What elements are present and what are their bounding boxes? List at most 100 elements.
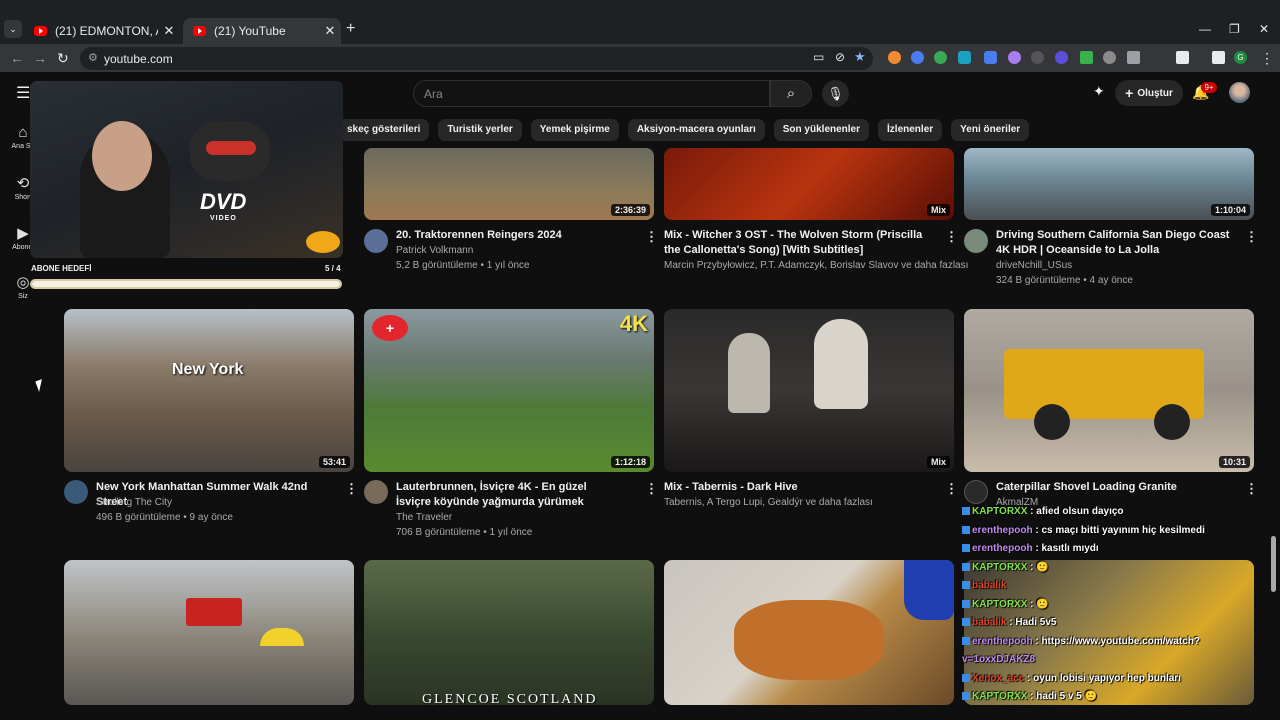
chip[interactable]: Yemek pişirme bbox=[530, 119, 619, 141]
extension-icon[interactable] bbox=[984, 51, 997, 64]
reload-icon[interactable]: ↻ bbox=[57, 50, 69, 67]
address-bar[interactable]: ⚙ youtube.com ▭ ⊘ ★ bbox=[80, 47, 873, 70]
restore-icon[interactable]: ❐ bbox=[1229, 22, 1240, 36]
category-chips: skeç gösterileri Turistik yerler Yemek p… bbox=[338, 119, 1030, 141]
channel-avatar[interactable] bbox=[964, 229, 988, 253]
video-title[interactable]: Caterpillar Shovel Loading Granite bbox=[996, 480, 1236, 495]
account-avatar[interactable] bbox=[1229, 82, 1250, 103]
more-options-icon[interactable]: ⋮ bbox=[945, 229, 958, 245]
video-title[interactable]: Mix - Witcher 3 OST - The Wolven Storm (… bbox=[664, 228, 934, 258]
extension-icon[interactable] bbox=[1127, 51, 1140, 64]
dvd-logo-sub: VIDEO bbox=[210, 215, 237, 222]
video-thumbnail[interactable]: + 4K 1:12:18 bbox=[364, 309, 654, 472]
more-options-icon[interactable]: ⋮ bbox=[1245, 229, 1258, 245]
channel-name[interactable]: Strolling The City bbox=[96, 497, 172, 508]
video-thumbnail[interactable]: GLENCOE SCOTLAND bbox=[364, 560, 654, 705]
chat-message: babalik bbox=[962, 580, 1006, 591]
profile-icon[interactable]: G bbox=[1234, 51, 1247, 64]
browser-menu-icon[interactable]: ⋮ bbox=[1260, 50, 1274, 67]
tab-close-icon[interactable]: ✕ bbox=[158, 23, 180, 39]
hooded-figure-image bbox=[814, 319, 868, 409]
extension-icon[interactable] bbox=[888, 51, 901, 64]
youtube-favicon-icon bbox=[193, 26, 206, 36]
chip[interactable]: Yeni öneriler bbox=[951, 119, 1030, 141]
window-close-icon[interactable]: ✕ bbox=[1259, 22, 1269, 36]
page-scrollbar[interactable] bbox=[1271, 536, 1276, 592]
tab-close-icon[interactable]: ✕ bbox=[319, 23, 341, 39]
channel-avatar[interactable] bbox=[964, 480, 988, 504]
subscriber-goal-count: 5 / 4 bbox=[325, 264, 341, 273]
search-button[interactable]: ⌕ bbox=[770, 80, 812, 107]
cast-icon[interactable]: ▭ bbox=[813, 50, 824, 64]
channel-name[interactable]: Tabernis, A Tergo Lupi, Gealdýr ve daha … bbox=[664, 497, 873, 508]
tab-search-button[interactable]: ⌄ bbox=[4, 20, 22, 38]
more-options-icon[interactable]: ⋮ bbox=[645, 229, 658, 245]
extension-icon[interactable] bbox=[958, 51, 971, 64]
more-options-icon[interactable]: ⋮ bbox=[645, 481, 658, 497]
chip[interactable]: Son yüklenenler bbox=[773, 119, 870, 141]
eye-off-icon[interactable]: ⊘ bbox=[835, 50, 845, 64]
search-input[interactable] bbox=[424, 86, 754, 102]
browser-tab-edmonton[interactable]: (21) EDMONTON, Alberta Eyalet ✕ bbox=[24, 18, 180, 44]
search-box[interactable] bbox=[413, 80, 770, 107]
search-icon: ⌕ bbox=[786, 85, 796, 102]
more-options-icon[interactable]: ⋮ bbox=[1245, 481, 1258, 497]
extension-icon[interactable] bbox=[1103, 51, 1116, 64]
channel-name[interactable]: Marcin Przybyłowicz, P.T. Adamczyk, Bori… bbox=[664, 260, 968, 271]
chat-badge-icon bbox=[962, 525, 970, 534]
video-title[interactable]: Lauterbrunnen, İsviçre 4K - En güzel İsv… bbox=[396, 480, 616, 510]
back-icon[interactable]: ← bbox=[10, 50, 24, 66]
extension-icon[interactable] bbox=[934, 51, 947, 64]
site-info-icon[interactable]: ⚙ bbox=[88, 51, 98, 64]
extension-icon[interactable] bbox=[1055, 51, 1068, 64]
channel-avatar[interactable] bbox=[364, 480, 388, 504]
media-control-icon[interactable] bbox=[1212, 51, 1225, 64]
extensions-puzzle-icon[interactable] bbox=[1176, 51, 1189, 64]
sparkle-icon[interactable]: ✦ bbox=[1093, 83, 1105, 100]
chip[interactable]: Aksiyon-macera oyunları bbox=[627, 119, 765, 141]
chat-username: erenthepooh bbox=[972, 635, 1033, 647]
video-thumbnail[interactable] bbox=[664, 560, 954, 705]
video-title[interactable]: Driving Southern California San Diego Co… bbox=[996, 228, 1236, 258]
chip[interactable]: skeç gösterileri bbox=[338, 119, 430, 141]
streamer-webcam: DVD VIDEO bbox=[30, 81, 343, 258]
video-thumbnail[interactable] bbox=[64, 560, 354, 705]
browser-tab-youtube[interactable]: (21) YouTube ✕ bbox=[183, 18, 341, 44]
extension-icon[interactable] bbox=[1031, 51, 1044, 64]
video-thumbnail[interactable]: 2:36:39 bbox=[364, 148, 654, 220]
chip[interactable]: Turistik yerler bbox=[438, 119, 522, 141]
create-button[interactable]: + Oluştur bbox=[1115, 80, 1183, 106]
chat-text: : cs maçı bitti yayınım hiç kesilmedi bbox=[1032, 524, 1205, 536]
chat-message: KAPTORXX : 🙂 bbox=[962, 562, 1049, 573]
chip[interactable]: İzlenenler bbox=[878, 119, 943, 141]
channel-avatar[interactable] bbox=[64, 480, 88, 504]
video-thumbnail[interactable]: Mix bbox=[664, 309, 954, 472]
subscriber-goal-bar bbox=[30, 279, 342, 289]
video-thumbnail[interactable]: 1:10:04 bbox=[964, 148, 1254, 220]
more-options-icon[interactable]: ⋮ bbox=[945, 481, 958, 497]
chat-badge-icon bbox=[962, 544, 970, 553]
extension-icon[interactable] bbox=[1008, 51, 1021, 64]
video-title[interactable]: 20. Traktorennen Reingers 2024 bbox=[396, 228, 636, 243]
hamburger-menu-icon[interactable]: ☰ bbox=[16, 83, 30, 103]
chat-message: Xenox_acc : oyun lobisi yapıyor hep bunl… bbox=[962, 673, 1181, 684]
video-thumbnail[interactable]: Mix bbox=[664, 148, 954, 220]
extension-icon[interactable] bbox=[911, 51, 924, 64]
new-tab-button[interactable]: + bbox=[346, 20, 355, 38]
video-thumbnail[interactable]: 10:31 bbox=[964, 309, 1254, 472]
channel-avatar[interactable] bbox=[364, 229, 388, 253]
url-text: youtube.com bbox=[104, 52, 173, 66]
extension-icon[interactable] bbox=[1080, 51, 1093, 64]
video-title[interactable]: Mix - Tabernis - Dark Hive bbox=[664, 480, 934, 495]
channel-name[interactable]: Patrick Volkmann bbox=[396, 245, 473, 256]
more-options-icon[interactable]: ⋮ bbox=[345, 481, 358, 497]
channel-name[interactable]: driveNchill_USus bbox=[996, 260, 1072, 271]
video-thumbnail[interactable]: New York 53:41 bbox=[64, 309, 354, 472]
channel-name[interactable]: The Traveler bbox=[396, 512, 452, 523]
bookmark-star-icon[interactable]: ★ bbox=[854, 49, 866, 65]
voice-search-button[interactable]: 🎙 bbox=[822, 80, 849, 107]
forward-icon[interactable]: → bbox=[33, 50, 47, 66]
chat-message: v=1oxxDJAKZ8 bbox=[962, 654, 1035, 665]
minimize-icon[interactable]: — bbox=[1199, 22, 1211, 36]
chat-badge-icon bbox=[962, 636, 970, 645]
